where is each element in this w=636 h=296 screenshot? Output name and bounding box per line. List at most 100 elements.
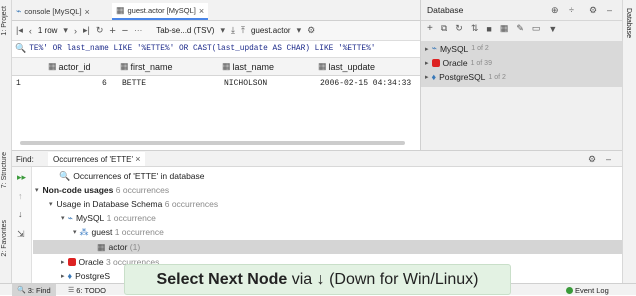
export-icon[interactable]: ⤓ <box>231 25 235 36</box>
settings-icon[interactable]: ⚙ <box>307 25 315 36</box>
table-view-icon[interactable]: ▦ <box>500 23 509 34</box>
shortcut-hint-tooltip: Select Next Node via ↓ (Down for Win/Lin… <box>124 264 511 295</box>
grid-header: ▦ actor_id ▦ first_name ▦ last_name ▦ last_u… <box>12 58 420 76</box>
refresh-icon[interactable]: ↻ <box>455 23 463 34</box>
next-occurrence-icon[interactable]: ↓ <box>18 209 23 219</box>
cell-last-update[interactable]: 2006-02-15 04:34:33 <box>320 79 411 88</box>
settings-icon[interactable]: ⚙ <box>589 5 597 16</box>
chevron-down-icon[interactable]: ▾ <box>61 214 65 222</box>
close-icon[interactable]: × <box>199 6 204 16</box>
row-number: 1 <box>16 79 21 88</box>
postgresql-icon: ♦ <box>431 72 437 82</box>
datasource-postgresql[interactable]: ▸ ♦ PostgreSQL 1 of 2 <box>425 72 506 82</box>
stop-icon[interactable]: ■ <box>486 23 491 34</box>
filter-icon[interactable]: ▼ <box>548 23 557 34</box>
expand-icon[interactable]: ▸ <box>425 45 429 53</box>
chevron-down-icon[interactable]: ▾ <box>63 25 68 36</box>
column-last-update[interactable]: ▦ last_update <box>318 61 375 72</box>
add-row-icon[interactable]: + <box>109 25 115 37</box>
datasource-list: ▸ ⌁ MySQL 1 of 2 ▸ Oracle 1 of 39 ▸ ♦ Po… <box>421 41 623 87</box>
expand-icon[interactable]: ▸ <box>61 272 65 280</box>
close-icon[interactable]: × <box>135 154 140 164</box>
editor-tab-bar: ⌁ console [MySQL] × ▦ guest.actor [MySQL… <box>12 0 420 21</box>
chevron-down-icon[interactable]: ▾ <box>49 200 53 208</box>
export-format-selector[interactable]: Tab-se...d (TSV) <box>156 26 214 35</box>
console-icon[interactable]: ▭ <box>532 23 541 34</box>
add-icon[interactable]: + <box>427 23 433 34</box>
event-log-button[interactable]: Event Log <box>566 284 609 296</box>
previous-page-icon[interactable]: ‹ <box>29 26 32 36</box>
search-icon: 🔍 <box>59 170 71 181</box>
tree-root[interactable]: 🔍 Occurrences of 'ETTE' in database <box>33 169 622 183</box>
hide-icon[interactable]: – <box>606 154 611 164</box>
expand-all-icon[interactable]: ⇲ <box>17 229 25 240</box>
search-icon: 🔍 <box>17 287 26 294</box>
horizontal-scrollbar[interactable] <box>20 141 405 145</box>
postgresql-icon: ♦ <box>67 271 73 281</box>
tab-occurrences[interactable]: Occurrences of 'ETTE' × <box>48 152 146 166</box>
hide-icon[interactable]: – <box>607 5 612 15</box>
find-tool-button[interactable]: 🔍 3: Find <box>12 284 56 296</box>
find-side-toolbar: ▸▸ ↑ ↓ ⇲ <box>12 167 32 283</box>
table-row[interactable]: 1 6 BETTE NICHOLSON 2006-02-15 04:34:33 <box>12 76 420 92</box>
todo-tool-button[interactable]: ☰ 6: TODO <box>68 284 106 296</box>
tree-actor[interactable]: ▦ actor (1) <box>33 240 622 254</box>
mysql-icon: ⌁ <box>67 212 73 223</box>
datasource-oracle[interactable]: ▸ Oracle 1 of 39 <box>425 58 492 68</box>
tab-console[interactable]: ⌁ console [MySQL] × <box>16 3 90 20</box>
database-panel: Database ⊕ ÷ ⚙ – + ⧉ ↻ ⇅ ■ ▦ ✎ ▭ ▼ ▸ ⌁ M… <box>420 0 623 150</box>
column-first-name[interactable]: ▦ first_name <box>120 61 173 72</box>
first-page-icon[interactable]: |◂ <box>16 25 23 36</box>
filter-input[interactable]: 🔍 TE%' OR last_name LIKE '%ETTE%' OR CAS… <box>12 41 420 58</box>
edit-icon[interactable]: ✎ <box>516 23 524 34</box>
cell-first-name[interactable]: BETTE <box>122 79 146 88</box>
mysql-icon: ⌁ <box>431 43 437 53</box>
next-page-icon[interactable]: › <box>74 26 77 36</box>
tree-guest[interactable]: ▾ ⁂ guest 1 occurrence <box>33 225 622 239</box>
database-tool-tab[interactable]: Database <box>625 8 632 38</box>
expand-icon[interactable]: ▸ <box>425 59 429 67</box>
tree-mysql[interactable]: ▾ ⌁ MySQL 1 occurrence <box>33 211 622 225</box>
database-title: Database <box>427 5 464 15</box>
key-column-icon: ▦ <box>48 61 57 71</box>
last-page-icon[interactable]: ▸| <box>83 25 90 36</box>
column-actor-id[interactable]: ▦ actor_id <box>48 61 91 72</box>
cell-last-name[interactable]: NICHOLSON <box>224 79 267 88</box>
tree-usage-schema[interactable]: ▾ Usage in Database Schema 6 occurrences <box>33 197 622 211</box>
project-tool-tab[interactable]: 1: Project <box>1 6 8 36</box>
cell-actor-id[interactable]: 6 <box>102 79 107 88</box>
chevron-down-icon[interactable]: ▾ <box>73 228 77 236</box>
chevron-down-icon[interactable]: ▾ <box>297 25 302 36</box>
tab-guest-actor[interactable]: ▦ guest.actor [MySQL] × <box>112 3 209 20</box>
target-selector[interactable]: guest.actor <box>251 26 291 35</box>
more-icon[interactable]: ··· <box>134 26 142 35</box>
reload-icon[interactable]: ↻ <box>96 25 104 36</box>
copy-icon[interactable]: ⧉ <box>441 23 447 34</box>
previous-occurrence-icon[interactable]: ↑ <box>18 191 23 201</box>
collapse-icon[interactable]: ÷ <box>569 5 574 15</box>
chevron-down-icon[interactable]: ▾ <box>220 25 225 36</box>
remove-row-icon[interactable]: − <box>122 25 128 37</box>
column-icon: ▦ <box>120 61 129 71</box>
globe-icon[interactable]: ⊕ <box>551 5 559 16</box>
structure-tool-tab[interactable]: 7: Structure <box>1 152 8 188</box>
favorites-tool-tab[interactable]: 2: Favorites <box>1 220 8 257</box>
settings-icon[interactable]: ⚙ <box>588 154 596 165</box>
filter-search-icon: 🔍 <box>15 44 27 54</box>
schema-icon: ⁂ <box>79 226 89 237</box>
tree-noncode[interactable]: ▾ Non-code usages 6 occurrences <box>33 183 622 197</box>
import-icon[interactable]: ⤒ <box>241 25 245 36</box>
oracle-icon <box>67 258 76 266</box>
table-icon: ▦ <box>97 241 106 252</box>
rerun-icon[interactable]: ▸▸ <box>17 172 26 183</box>
close-icon[interactable]: × <box>85 7 90 17</box>
datasource-mysql[interactable]: ▸ ⌁ MySQL 1 of 2 <box>425 43 489 54</box>
database-toolbar: + ⧉ ↻ ⇅ ■ ▦ ✎ ▭ ▼ <box>427 23 557 34</box>
rows-selector[interactable]: 1 row <box>38 26 58 35</box>
expand-icon[interactable]: ▸ <box>61 258 65 266</box>
chevron-down-icon[interactable]: ▾ <box>35 186 39 194</box>
column-last-name[interactable]: ▦ last_name <box>222 61 274 72</box>
expand-icon[interactable]: ▸ <box>425 73 429 81</box>
find-panel-header: Find: Occurrences of 'ETTE' × ⚙ – <box>12 150 622 167</box>
sync-icon[interactable]: ⇅ <box>471 23 479 34</box>
